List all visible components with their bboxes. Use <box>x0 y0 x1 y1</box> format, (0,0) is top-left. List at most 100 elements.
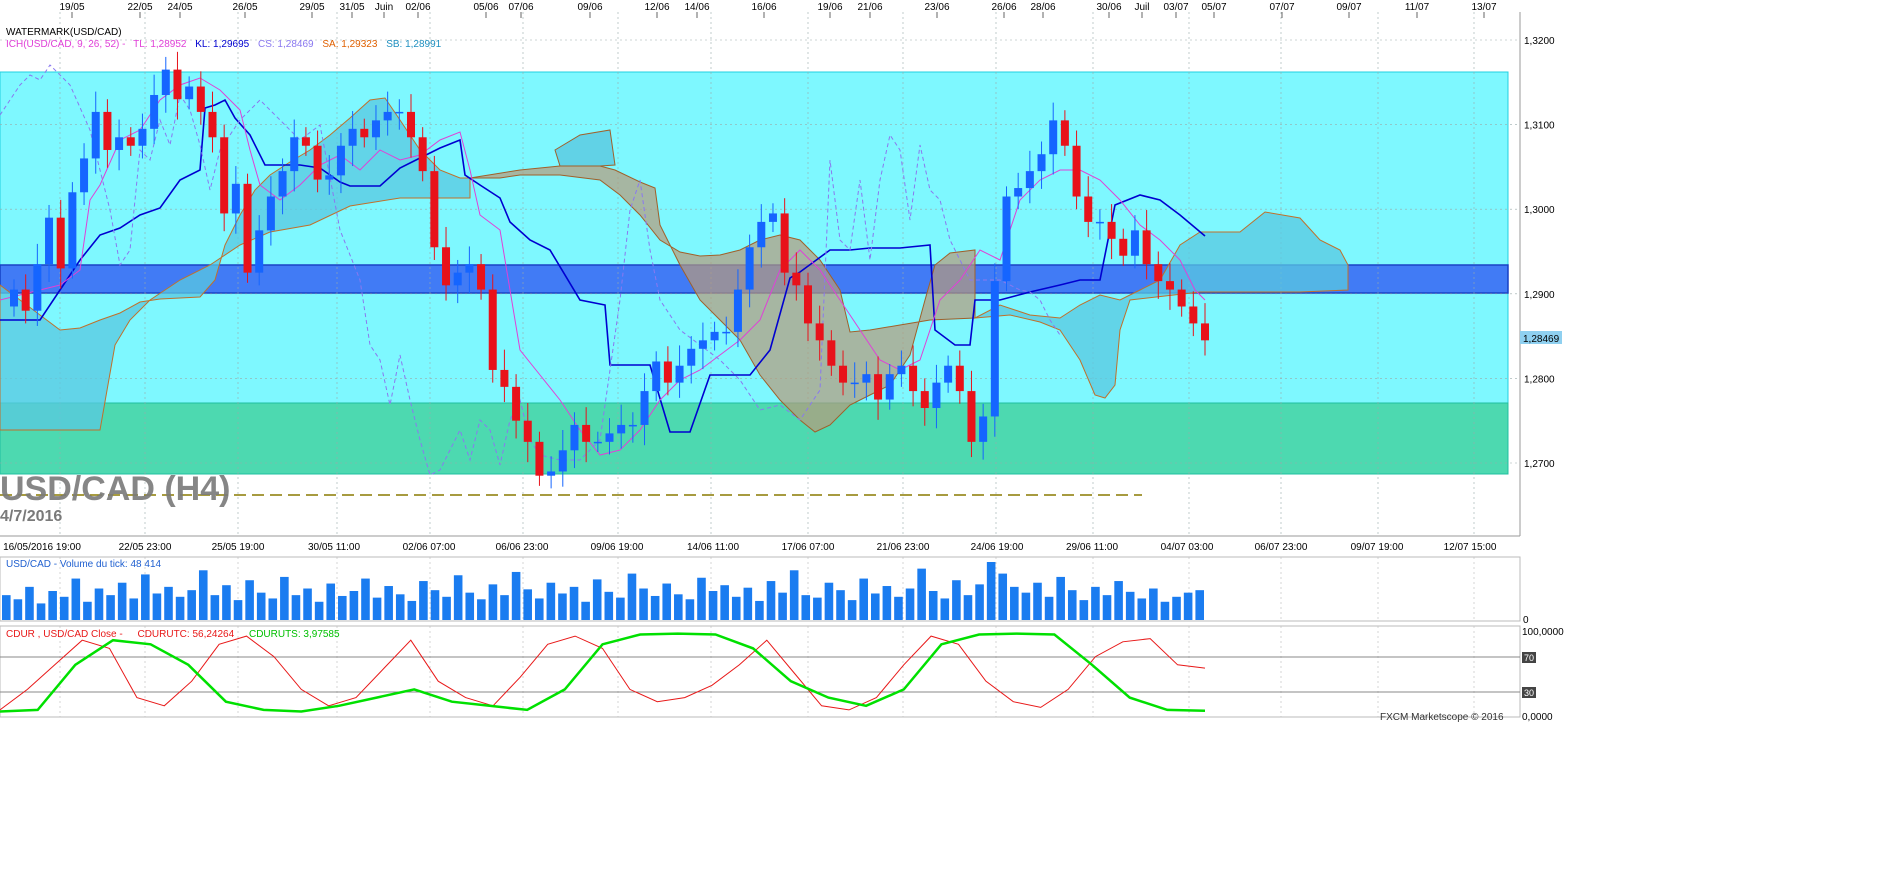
bottom-axis-label: 06/07 23:00 <box>1255 542 1308 553</box>
cdur-tick-0: 0,0000 <box>1522 712 1553 723</box>
candle-body <box>45 217 54 265</box>
volume-bar <box>616 597 625 620</box>
volume-bar <box>847 600 857 620</box>
candle-body <box>465 264 474 273</box>
candle-body <box>582 424 591 442</box>
volume-bar <box>685 599 695 620</box>
volume-bar <box>1033 582 1042 620</box>
candle-body <box>839 365 848 383</box>
volume-bar <box>395 594 405 620</box>
volume-bar <box>465 592 475 620</box>
volume-bar <box>268 598 278 620</box>
candle-body <box>1177 289 1186 307</box>
volume-bar <box>1067 590 1077 620</box>
volume-bar <box>801 595 811 620</box>
volume-bar <box>824 582 834 620</box>
cdur-uts-label: CDURUTS: 3,97585 <box>249 629 340 640</box>
bottom-axis-label: 09/06 19:00 <box>591 542 644 553</box>
candle-body <box>932 382 941 409</box>
volume-bar <box>813 597 822 620</box>
ichimoku-cs: CS: 1,28469 <box>258 39 314 50</box>
ichimoku-tl: TL: 1,28952 <box>133 39 187 50</box>
candle-body <box>757 221 766 248</box>
volume-zero-tick: 0 <box>1523 615 1529 626</box>
candle-body <box>570 424 579 451</box>
volume-bar <box>488 584 498 620</box>
cdur-tick-30: 30 <box>1524 688 1534 698</box>
volume-bar <box>569 586 579 620</box>
date-label: 4/7/2016 <box>0 508 62 525</box>
candle-body <box>1084 196 1093 222</box>
volume-bar <box>662 583 672 620</box>
top-axis-label: 26/05 <box>232 2 257 13</box>
volume-bar <box>233 600 243 620</box>
volume-bar <box>59 596 69 620</box>
volume-bar <box>1044 596 1054 620</box>
candle-body <box>1154 264 1163 282</box>
candle-body <box>547 471 556 476</box>
top-axis-label: 31/05 <box>339 2 364 13</box>
candle-body <box>290 137 299 172</box>
bottom-axis-label: 22/05 23:00 <box>119 542 172 553</box>
candle-body <box>1049 120 1058 155</box>
volume-bar <box>1010 586 1019 620</box>
candle-body <box>955 365 964 392</box>
volume-bar <box>1091 586 1100 620</box>
volume-bar <box>743 587 753 620</box>
volume-bar <box>534 598 544 620</box>
candle-body <box>173 69 182 100</box>
top-axis-label: 05/06 <box>473 2 498 13</box>
volume-bar <box>894 596 903 620</box>
volume-bar <box>986 562 996 620</box>
candle-body <box>733 289 742 332</box>
last-price-tag: 1,28469 <box>1523 334 1560 345</box>
volume-bar <box>13 599 23 620</box>
candle-body <box>675 365 684 383</box>
volume-bar <box>650 595 660 620</box>
volume-bar <box>1149 588 1158 620</box>
candle-body <box>360 128 369 138</box>
volume-bar <box>187 590 196 620</box>
candle-body <box>792 272 801 286</box>
candle-body <box>500 369 509 387</box>
candle-body <box>1201 323 1209 341</box>
volume-bar <box>407 600 417 620</box>
volume-bar <box>905 588 915 620</box>
volume-bar <box>592 579 602 620</box>
volume-bar <box>280 576 289 620</box>
volume-bar <box>836 590 845 620</box>
volume-bar <box>291 595 301 620</box>
candle-body <box>10 289 18 307</box>
volume-bar <box>1172 596 1181 620</box>
volume-bar <box>558 593 567 620</box>
volume-bar <box>384 586 393 620</box>
volume-bar <box>778 592 787 620</box>
volume-bar <box>256 592 266 620</box>
bottom-axis-label: 17/06 07:00 <box>782 542 835 553</box>
volume-bar <box>36 603 46 620</box>
volume-bar <box>1183 592 1193 620</box>
volume-bar <box>1125 591 1135 620</box>
volume-bar <box>697 577 706 620</box>
volume-bar <box>546 582 556 620</box>
chart-canvas: 19/05 22/05 24/05 26/05 29/05 31/05 Juin 02/06 0… <box>0 0 1568 723</box>
volume-bar <box>314 601 324 620</box>
candle-body <box>383 111 392 121</box>
volume-bar <box>419 581 428 620</box>
candle-body <box>663 361 672 383</box>
cdur-label: CDUR , USD/CAD Close - <box>6 629 123 640</box>
volume-bar <box>581 601 590 620</box>
bottom-axis-label: 14/06 11:00 <box>687 542 740 553</box>
price-tick-label: 1,2700 <box>1524 459 1555 470</box>
candle-body <box>196 86 205 112</box>
candle-body <box>453 272 462 286</box>
volume-bar <box>175 596 185 620</box>
candle-body <box>605 433 614 442</box>
top-axis-label: 23/06 <box>924 2 949 13</box>
top-axis-label: 11/07 <box>1405 2 1430 13</box>
candle-body <box>710 331 719 341</box>
bottom-axis-label: 21/06 23:00 <box>877 542 930 553</box>
candle-body <box>628 424 637 427</box>
bottom-axis-label: 30/05 11:00 <box>308 542 361 553</box>
volume-bar <box>349 591 359 620</box>
